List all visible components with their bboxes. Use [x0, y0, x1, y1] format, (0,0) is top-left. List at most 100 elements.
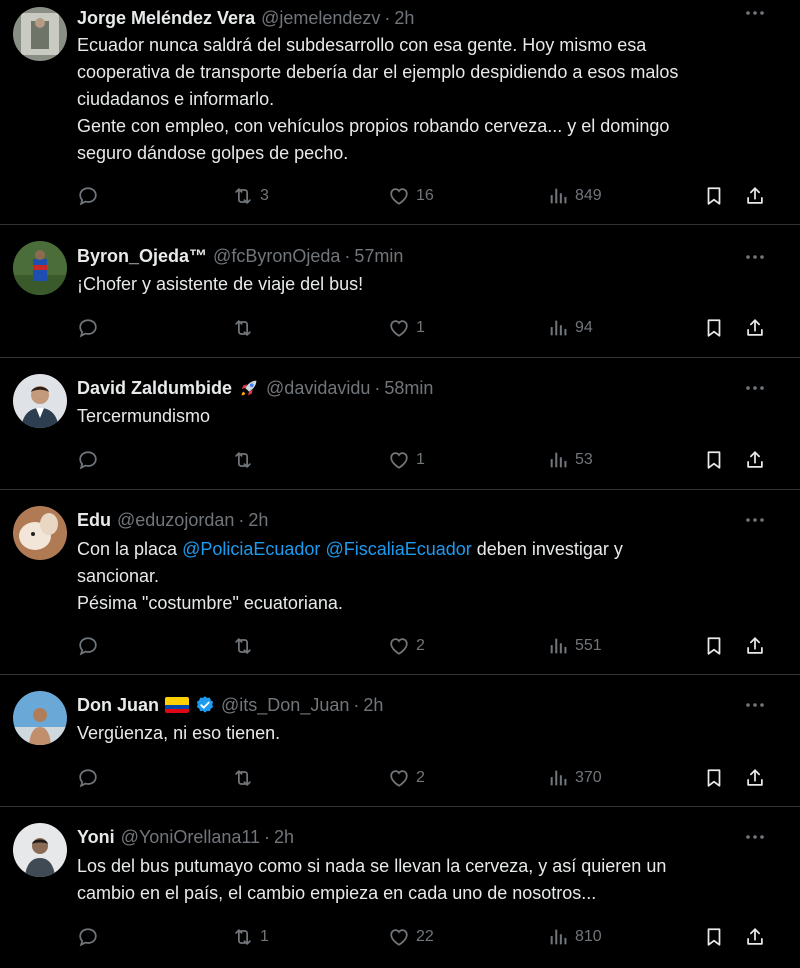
- reply-feed: Jorge Meléndez Vera @jemelendezv · 2h Ec…: [0, 0, 800, 968]
- views-button[interactable]: 551: [547, 631, 602, 661]
- tweet-david[interactable]: David Zaldumbide @davidavidu · 58min Ter…: [0, 359, 800, 490]
- reply-button[interactable]: [77, 445, 99, 475]
- retweet-button[interactable]: [232, 445, 260, 475]
- like-button[interactable]: 1: [388, 313, 425, 343]
- share-button[interactable]: [744, 922, 766, 952]
- more-icon[interactable]: [744, 698, 766, 712]
- tweet-byron[interactable]: Byron_Ojeda™ @fcByronOjeda · 57min ¡Chof…: [0, 226, 800, 358]
- author-name[interactable]: David Zaldumbide: [77, 378, 232, 399]
- author-name[interactable]: Edu: [77, 510, 111, 531]
- retweet-count: 3: [260, 187, 269, 204]
- author-handle[interactable]: @eduzojordan: [117, 510, 234, 531]
- mention-link[interactable]: @PoliciaEcuador: [182, 539, 320, 559]
- views-icon: [547, 635, 569, 657]
- retweet-button[interactable]: 3: [232, 181, 269, 211]
- avatar[interactable]: [13, 7, 67, 61]
- tweet-line: Vergüenza, ni eso tienen.: [77, 723, 281, 743]
- more-icon[interactable]: [744, 381, 766, 395]
- view-count: 370: [575, 769, 602, 786]
- tweet-text: Tercermundismo: [77, 403, 777, 430]
- bookmark-button[interactable]: [703, 445, 725, 475]
- author-name[interactable]: Yoni: [77, 827, 115, 848]
- like-button[interactable]: 22: [388, 922, 434, 952]
- avatar[interactable]: [13, 241, 67, 295]
- like-button[interactable]: 16: [388, 181, 434, 211]
- like-button[interactable]: 2: [388, 763, 425, 793]
- retweet-icon: [232, 317, 254, 339]
- more-icon[interactable]: [744, 6, 766, 20]
- author-name[interactable]: Don Juan: [77, 695, 159, 716]
- bookmark-icon: [703, 449, 725, 471]
- verified-icon[interactable]: [195, 695, 215, 715]
- tweet-yoni[interactable]: Yoni @YoniOrellana11 · 2h Los del bus pu…: [0, 808, 800, 968]
- share-button[interactable]: [744, 313, 766, 343]
- share-button[interactable]: [744, 763, 766, 793]
- tweet-jorge[interactable]: Jorge Meléndez Vera @jemelendezv · 2h Ec…: [0, 0, 800, 225]
- retweet-icon: [232, 926, 254, 948]
- more-icon[interactable]: [744, 250, 766, 264]
- like-button[interactable]: 2: [388, 631, 425, 661]
- avatar[interactable]: [13, 823, 67, 877]
- bookmark-button[interactable]: [703, 181, 725, 211]
- retweet-button[interactable]: [232, 313, 260, 343]
- reply-button[interactable]: [77, 181, 99, 211]
- views-button[interactable]: 370: [547, 763, 602, 793]
- heart-icon: [388, 926, 410, 948]
- view-count: 94: [575, 319, 593, 336]
- retweet-button[interactable]: [232, 763, 260, 793]
- more-icon[interactable]: [744, 513, 766, 527]
- views-button[interactable]: 53: [547, 445, 593, 475]
- author-handle[interactable]: @its_Don_Juan: [221, 695, 349, 716]
- separator-dot: ·: [374, 377, 381, 398]
- bookmark-button[interactable]: [703, 313, 725, 343]
- reply-button[interactable]: [77, 763, 99, 793]
- tweet-edu[interactable]: Edu @eduzojordan · 2h Con la placa @Poli…: [0, 491, 800, 675]
- tweet-actions: 2 370: [77, 763, 777, 793]
- like-button[interactable]: 1: [388, 445, 425, 475]
- bookmark-button[interactable]: [703, 631, 725, 661]
- views-button[interactable]: 849: [547, 181, 602, 211]
- author-handle[interactable]: @fcByronOjeda: [213, 246, 340, 267]
- tweet-header: Yoni @YoniOrellana11 · 2h: [77, 824, 294, 850]
- mention-link[interactable]: @FiscaliaEcuador: [325, 539, 471, 559]
- retweet-button[interactable]: [232, 631, 260, 661]
- tweet-donjuan[interactable]: Don Juan @its_Don_Juan · 2h Vergüenza, n…: [0, 676, 800, 807]
- avatar[interactable]: [13, 691, 67, 745]
- bookmark-button[interactable]: [703, 922, 725, 952]
- views-button[interactable]: 810: [547, 922, 602, 952]
- reply-button[interactable]: [77, 313, 99, 343]
- share-button[interactable]: [744, 631, 766, 661]
- timestamp[interactable]: 2h: [394, 8, 414, 29]
- bookmark-icon: [703, 767, 725, 789]
- timestamp[interactable]: 2h: [248, 510, 268, 531]
- avatar[interactable]: [13, 506, 67, 560]
- avatar[interactable]: [13, 374, 67, 428]
- like-count: 2: [416, 769, 425, 786]
- author-handle[interactable]: @jemelendezv: [261, 8, 380, 29]
- timestamp[interactable]: 2h: [274, 827, 294, 848]
- bookmark-button[interactable]: [703, 763, 725, 793]
- views-button[interactable]: 94: [547, 313, 593, 343]
- heart-icon: [388, 767, 410, 789]
- author-handle[interactable]: @YoniOrellana11: [121, 827, 260, 848]
- rocket-icon: [241, 380, 257, 396]
- timestamp[interactable]: 58min: [384, 378, 433, 399]
- tweet-line: seguro dándose golpes de pecho.: [77, 143, 349, 163]
- share-button[interactable]: [744, 445, 766, 475]
- reply-button[interactable]: [77, 631, 99, 661]
- retweet-icon: [232, 185, 254, 207]
- share-icon: [744, 317, 766, 339]
- share-button[interactable]: [744, 181, 766, 211]
- author-name[interactable]: Jorge Meléndez Vera: [77, 8, 255, 29]
- views-icon: [547, 449, 569, 471]
- tweet-actions: 1 53: [77, 445, 777, 475]
- reply-button[interactable]: [77, 922, 99, 952]
- tweet-header: Don Juan @its_Don_Juan · 2h: [77, 692, 383, 718]
- timestamp[interactable]: 2h: [363, 695, 383, 716]
- author-handle[interactable]: @davidavidu: [266, 378, 370, 399]
- timestamp[interactable]: 57min: [354, 246, 403, 267]
- author-name[interactable]: Byron_Ojeda™: [77, 246, 207, 267]
- retweet-button[interactable]: 1: [232, 922, 269, 952]
- separator-dot: ·: [238, 509, 245, 530]
- more-icon[interactable]: [744, 830, 766, 844]
